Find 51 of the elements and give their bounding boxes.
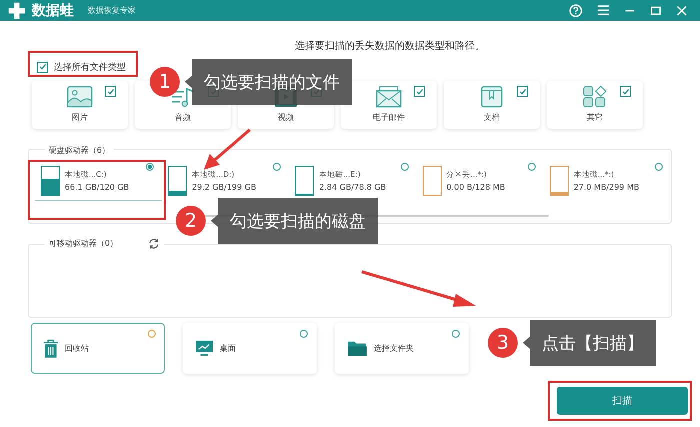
- help-icon[interactable]: [569, 4, 583, 18]
- location-card[interactable]: 回收站: [31, 323, 165, 374]
- checkbox[interactable]: [105, 86, 116, 97]
- trash-icon: [43, 338, 59, 358]
- radio-button[interactable]: [273, 163, 282, 171]
- panel-title: 可移动驱动器（0）: [49, 238, 118, 250]
- cross-logo-icon: [8, 2, 26, 20]
- file-type-card[interactable]: 电子邮件: [341, 81, 437, 129]
- drive-usage: 0.00 B/128 MB: [446, 183, 506, 192]
- location-card[interactable]: 桌面: [183, 323, 317, 374]
- maximize-icon[interactable]: [650, 4, 662, 16]
- file-type-card[interactable]: 图片: [32, 81, 128, 129]
- radio-button[interactable]: [452, 330, 460, 338]
- drive-usage: 2.84 GB/78.8 GB: [319, 183, 386, 192]
- step-number-badge: 1: [150, 67, 180, 97]
- checkbox[interactable]: [620, 86, 631, 97]
- drive-usage: 27.0 MB/299 MB: [574, 183, 640, 192]
- radio-button[interactable]: [655, 163, 664, 171]
- scan-button[interactable]: 扫描: [557, 387, 688, 415]
- picture-icon: [67, 86, 93, 108]
- file-type-card[interactable]: 其它: [547, 81, 643, 129]
- app-subtitle: 数据恢复专家: [88, 5, 136, 16]
- drive-usage: 66.1 GB/120 GB: [65, 182, 130, 192]
- radio-button[interactable]: [148, 330, 156, 338]
- grid-shapes-icon: [582, 86, 608, 108]
- step-tooltip: 点击【扫描】: [523, 320, 656, 366]
- refresh-icon[interactable]: [148, 238, 160, 250]
- instruction-text: 选择要扫描的丢失数据的数据类型和路径。: [294, 40, 486, 53]
- checkbox[interactable]: [37, 62, 48, 72]
- app-logo: 数据蛙: [32, 2, 74, 20]
- radio-button[interactable]: [300, 330, 308, 338]
- envelope-icon: [376, 86, 402, 108]
- step-number-badge: 2: [176, 206, 206, 236]
- checkbox[interactable]: [414, 86, 425, 97]
- monitor-icon: [195, 340, 214, 357]
- location-card[interactable]: 选择文件夹: [335, 323, 469, 374]
- checkbox[interactable]: [517, 86, 528, 97]
- file-type-card[interactable]: 文档: [444, 81, 540, 129]
- step-tooltip: 勾选要扫描的磁盘: [211, 198, 378, 244]
- step-number-badge: 3: [488, 328, 518, 358]
- radio-button[interactable]: [400, 163, 409, 171]
- drive-usage: 29.2 GB/199 GB: [192, 183, 256, 192]
- radio-button[interactable]: [146, 163, 154, 171]
- folder-icon: [347, 340, 368, 357]
- menu-icon[interactable]: [597, 4, 610, 17]
- select-all-checkbox[interactable]: 选择所有文件类型: [37, 60, 126, 74]
- panel-title: 硬盘驱动器（6）: [49, 146, 110, 155]
- step-tooltip: 勾选要扫描的文件: [185, 59, 352, 105]
- radio-button[interactable]: [528, 163, 536, 171]
- document-icon: [479, 86, 505, 108]
- close-icon[interactable]: [676, 4, 688, 16]
